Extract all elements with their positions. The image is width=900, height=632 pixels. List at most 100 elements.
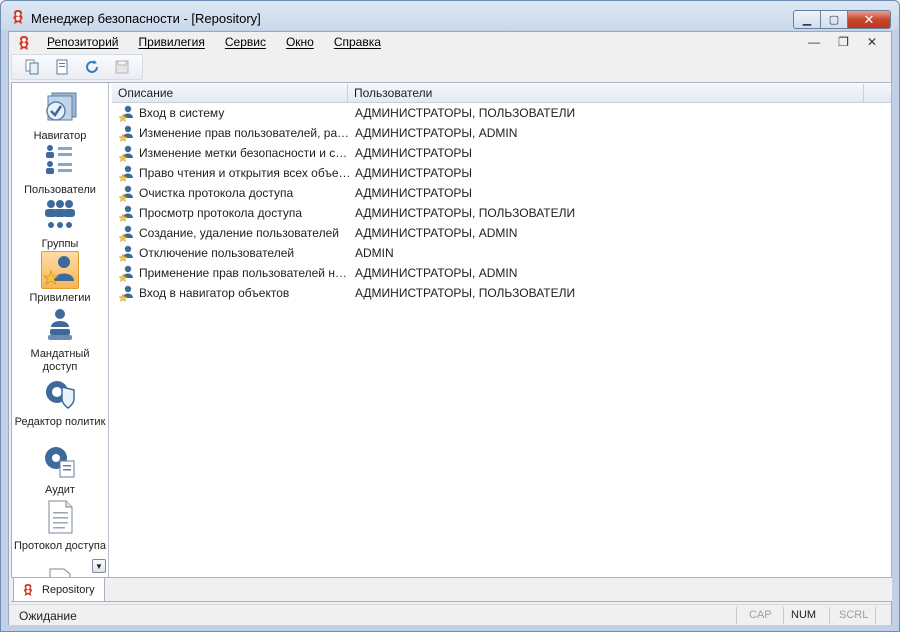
- app-logo-icon: [13, 10, 23, 24]
- privilege-users: АДМИНИСТРАТОРЫ, ADMIN: [355, 226, 518, 240]
- privilege-users: ADMIN: [355, 246, 394, 260]
- privilege-icon: [118, 204, 136, 222]
- title-bar[interactable]: Менеджер безопасности - [Repository] ▁ ▢…: [1, 1, 899, 31]
- privilege-description: Изменение прав пользователей, разд...: [139, 126, 351, 140]
- groups-icon: [45, 199, 75, 228]
- nav-label-navigator: Навигатор: [33, 130, 87, 142]
- column-header-description[interactable]: Описание: [112, 84, 348, 103]
- menu-repository[interactable]: Репозиторий: [47, 35, 119, 49]
- document-button[interactable]: [52, 57, 72, 77]
- menu-privilege[interactable]: Привилегия: [139, 35, 205, 49]
- privilege-icon: [118, 224, 136, 242]
- privilege-description: Создание, удаление пользователей: [139, 226, 339, 240]
- mdi-restore-button[interactable]: ❐: [838, 35, 849, 49]
- privilege-description: Право чтения и открытия всех объек...: [139, 166, 351, 180]
- mdi-minimize-button[interactable]: —: [808, 35, 820, 49]
- minimize-button[interactable]: ▁: [793, 10, 821, 29]
- privilege-users: АДМИНИСТРАТОРЫ: [355, 166, 473, 180]
- mdi-controls: — ❐ ✕: [808, 35, 877, 49]
- table-row[interactable]: Отключение пользователей ADMIN: [112, 243, 891, 263]
- menu-items: Репозиторий Привилегия Сервис Окно Справ…: [47, 35, 401, 49]
- menu-help[interactable]: Справка: [334, 35, 381, 49]
- nav-item-navigator[interactable]: Навигатор: [12, 89, 108, 143]
- status-separator: [875, 607, 876, 624]
- maximize-button[interactable]: ▢: [820, 10, 848, 29]
- num-indicator: NUM: [791, 609, 817, 621]
- nav-label-audit: Аудит: [45, 484, 75, 496]
- copy-button[interactable]: [22, 57, 42, 77]
- privilege-icon: [118, 244, 136, 262]
- column-header-users[interactable]: Пользователи: [348, 84, 864, 103]
- table-row[interactable]: Вход в навигатор объектов АДМИНИСТРАТОРЫ,…: [112, 283, 891, 303]
- close-button[interactable]: ✕: [847, 10, 891, 29]
- privilege-icon: [118, 104, 136, 122]
- repository-tab-icon: [24, 583, 32, 596]
- toolbar: [11, 54, 143, 80]
- privilege-icon: [118, 284, 136, 302]
- table-row[interactable]: Вход в систему АДМИНИСТРАТОРЫ, ПОЛЬЗОВАТЕ…: [112, 103, 891, 123]
- privilege-icon: [118, 164, 136, 182]
- status-bar: Ожидание CAP NUM SCRL: [9, 604, 891, 625]
- table-row[interactable]: Изменение метки безопасности и спис... АД…: [112, 143, 891, 163]
- navigator-icon: [46, 92, 77, 121]
- privilege-description: Применение прав пользователей на у...: [139, 266, 351, 280]
- table-row[interactable]: Создание, удаление пользователей АДМИНИСТ…: [112, 223, 891, 243]
- refresh-icon: [86, 60, 98, 73]
- privilege-users: АДМИНИСТРАТОРЫ, ПОЛЬЗОВАТЕЛИ: [355, 106, 576, 120]
- privilege-icon: [118, 144, 136, 162]
- status-separator: [829, 607, 830, 624]
- mdi-close-button[interactable]: ✕: [867, 35, 877, 49]
- app-window: Менеджер безопасности - [Repository] ▁ ▢…: [0, 0, 900, 632]
- save-button[interactable]: [112, 57, 132, 77]
- mandatory-access-icon: [48, 308, 72, 340]
- privilege-users: АДМИНИСТРАТОРЫ, ADMIN: [355, 266, 518, 280]
- window-controls: ▁ ▢ ✕: [793, 10, 891, 29]
- privilege-icon: [118, 264, 136, 282]
- privilege-description: Очистка протокола доступа: [139, 186, 294, 200]
- nav-item-users[interactable]: Пользователи: [12, 143, 108, 197]
- nav-item-privileges[interactable]: Привилегии: [12, 251, 108, 305]
- cap-indicator: CAP: [749, 609, 772, 621]
- privilege-description: Вход в навигатор объектов: [139, 286, 290, 300]
- nav-item-access-log[interactable]: Протокол доступа: [12, 499, 108, 553]
- nav-item-mandatory-access[interactable]: Мандатный доступ: [12, 307, 108, 374]
- table-row[interactable]: Применение прав пользователей на у... АДМ…: [112, 263, 891, 283]
- users-list-icon: [46, 144, 72, 174]
- table-header: Описание Пользователи: [112, 84, 891, 103]
- privilege-icon: [118, 184, 136, 202]
- nav-scroll-down-button[interactable]: ▼: [92, 559, 106, 573]
- table-row[interactable]: Просмотр протокола доступа АДМИНИСТРАТОРЫ…: [112, 203, 891, 223]
- table-row[interactable]: Очистка протокола доступа АДМИНИСТРАТОРЫ: [112, 183, 891, 203]
- privilege-users: АДМИНИСТРАТОРЫ, ПОЛЬЗОВАТЕЛИ: [355, 286, 576, 300]
- nav-item-groups[interactable]: Группы: [12, 197, 108, 251]
- left-navigation: Навигатор Пользователи Группы Привилегии…: [12, 83, 109, 577]
- menu-window[interactable]: Окно: [286, 35, 314, 49]
- column-header-filler: [864, 84, 890, 103]
- table-row[interactable]: Право чтения и открытия всех объек... АДМ…: [112, 163, 891, 183]
- document-app-icon[interactable]: [17, 35, 31, 51]
- copy-icon: [25, 59, 39, 75]
- privileges-table: Описание Пользователи Вход в систему АДМИ…: [112, 83, 891, 577]
- policy-editor-icon: [46, 380, 75, 409]
- mdi-frame: Репозиторий Привилегия Сервис Окно Справ…: [8, 31, 892, 625]
- privilege-users: АДМИНИСТРАТОРЫ, ADMIN: [355, 126, 518, 140]
- nav-label-mandatory-access: Мандатный доступ: [30, 348, 90, 373]
- privileges-icon: [43, 255, 74, 285]
- access-log-icon: [48, 500, 73, 533]
- privilege-users: АДМИНИСТРАТОРЫ: [355, 146, 473, 160]
- menu-service[interactable]: Сервис: [225, 35, 266, 49]
- status-separator: [783, 607, 784, 624]
- document-tab-bar: Repository: [11, 578, 892, 602]
- table-row[interactable]: Изменение прав пользователей, разд... АДМ…: [112, 123, 891, 143]
- nav-item-policy-editor[interactable]: Редактор политик: [12, 375, 108, 429]
- privilege-description: Вход в систему: [139, 106, 225, 120]
- audit-icon: [45, 446, 75, 477]
- privilege-description: Отключение пользователей: [139, 246, 295, 260]
- nav-item-audit[interactable]: Аудит: [12, 443, 108, 497]
- refresh-button[interactable]: [82, 57, 102, 77]
- tab-label: Repository: [42, 583, 95, 596]
- tab-repository[interactable]: Repository: [13, 578, 105, 602]
- privilege-users: АДМИНИСТРАТОРЫ: [355, 186, 473, 200]
- privilege-description: Просмотр протокола доступа: [139, 206, 303, 220]
- nav-label-policy-editor: Редактор политик: [14, 416, 106, 428]
